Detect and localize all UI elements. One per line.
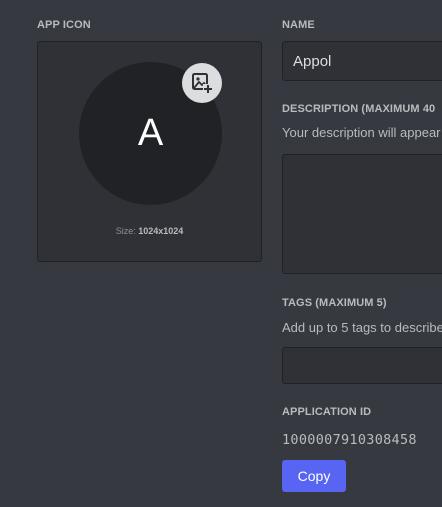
app-icon-uploader[interactable]: A Size: 1024x1024 (37, 41, 262, 262)
description-textarea[interactable] (282, 154, 442, 274)
description-label: DESCRIPTION (MAXIMUM 40 (282, 103, 436, 115)
description-helper: Your description will appear (282, 125, 441, 140)
tags-helper: Add up to 5 tags to describe (282, 320, 442, 335)
avatar-letter: A (137, 112, 164, 154)
icon-size-text: Size: 1024x1024 (38, 226, 261, 236)
application-id-label: APPLICATION ID (282, 406, 372, 418)
icon-size-prefix: Size: (115, 226, 139, 236)
app-icon-label: APP ICON (37, 19, 91, 31)
upload-image-button[interactable] (182, 63, 222, 103)
name-input[interactable]: Appol (282, 41, 442, 81)
tags-label: TAGS (MAXIMUM 5) (282, 297, 387, 309)
icon-size-value: 1024x1024 (138, 226, 184, 236)
add-image-icon (192, 73, 213, 94)
application-settings-panel: APP ICON A Size: 1024x1024 NAME Appol DE… (0, 0, 442, 507)
application-id-value: 1000007910308458 (282, 432, 417, 448)
tags-input[interactable] (282, 347, 442, 384)
name-label: NAME (282, 19, 315, 31)
copy-button[interactable]: Copy (282, 460, 346, 492)
